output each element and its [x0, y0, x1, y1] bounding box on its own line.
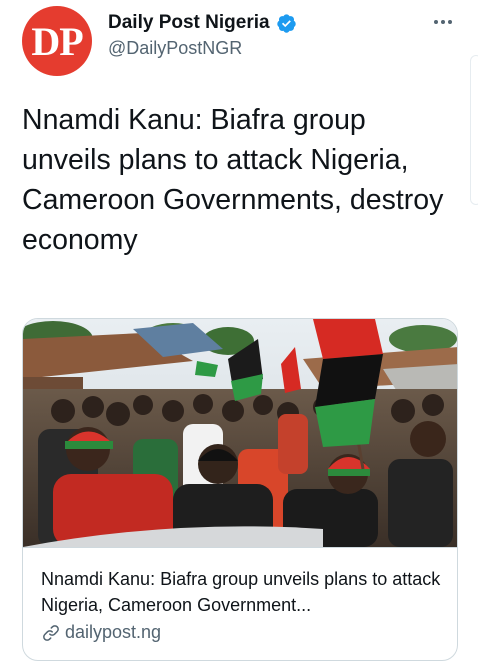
protest-crowd-photo [23, 319, 457, 547]
avatar-logo-text: DP [31, 18, 83, 64]
display-name[interactable]: Daily Post Nigeria [108, 12, 270, 34]
adjacent-panel-edge [470, 55, 478, 205]
card-domain-row[interactable]: dailypost.ng [41, 622, 161, 643]
tweet-text: Nnamdi Kanu: Biafra group unveils plans … [22, 104, 444, 256]
link-preview-card[interactable]: Nnamdi Kanu: Biafra group unveils plans … [22, 318, 458, 661]
handle[interactable]: @DailyPostNGR [108, 38, 297, 59]
card-domain: dailypost.ng [65, 622, 162, 642]
more-horizontal-icon[interactable] [428, 12, 458, 32]
author-names: Daily Post Nigeria @DailyPostNGR [108, 12, 297, 59]
card-divider [23, 547, 457, 548]
verified-badge-icon [276, 13, 296, 33]
more-dot [441, 20, 445, 24]
more-dot [448, 20, 452, 24]
card-title[interactable]: Nnamdi Kanu: Biafra group unveils plans … [41, 566, 446, 618]
link-icon [43, 624, 59, 641]
tweet-header: DP Daily Post Nigeria @DailyPostNGR [0, 0, 478, 90]
card-image [23, 319, 457, 547]
avatar[interactable]: DP [22, 6, 92, 76]
name-row: Daily Post Nigeria [108, 12, 297, 34]
more-dot [434, 20, 438, 24]
